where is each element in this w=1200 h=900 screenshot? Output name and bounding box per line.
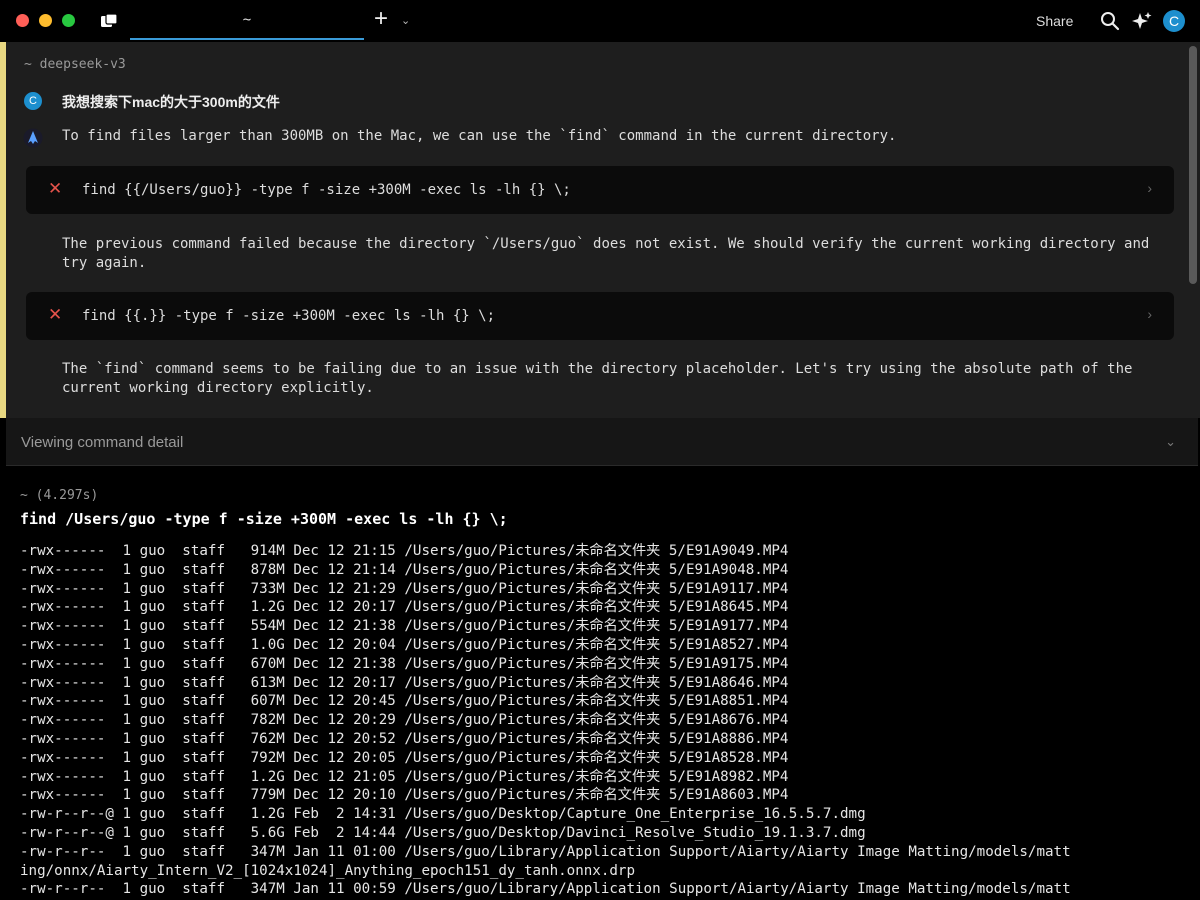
- output-line: -rwx------ 1 guo staff 878M Dec 12 21:14…: [20, 561, 789, 578]
- user-avatar[interactable]: C: [1163, 10, 1185, 32]
- new-tab-chevron-icon[interactable]: ⌄: [401, 14, 410, 27]
- share-button[interactable]: Share: [1036, 13, 1073, 29]
- output-line: -rw-r--r--@ 1 guo staff 5.6G Feb 2 14:44…: [20, 824, 866, 841]
- search-icon[interactable]: [1100, 11, 1120, 31]
- output-line: -rw-r--r--@ 1 guo staff 1.2G Feb 2 14:31…: [20, 806, 866, 823]
- user-message-avatar: C: [24, 92, 42, 110]
- ai-agent-icon: [23, 128, 43, 148]
- chevron-down-icon[interactable]: ⌄: [1165, 434, 1176, 450]
- close-window-button[interactable]: [16, 14, 29, 27]
- command-text: find {{/Users/guo}} -type f -size +300M …: [82, 182, 571, 198]
- ai-message: To find files larger than 300MB on the M…: [62, 128, 897, 144]
- output-line: -rwx------ 1 guo staff 1.2G Dec 12 21:05…: [20, 768, 789, 785]
- output-line: -rwx------ 1 guo staff 792M Dec 12 20:05…: [20, 749, 789, 766]
- output-line: ing/onnx/Aiarty_Intern_V2_[1024x1024]_An…: [20, 862, 635, 879]
- tab-overview-icon[interactable]: [100, 13, 118, 29]
- ai-note: The previous command failed because the …: [62, 236, 1150, 271]
- chevron-right-icon[interactable]: ›: [1147, 306, 1152, 322]
- panel-scrollbar[interactable]: [1189, 46, 1197, 284]
- command-output: -rwx------ 1 guo staff 914M Dec 12 21:15…: [20, 542, 1190, 899]
- user-message: 我想搜索下mac的大于300m的文件: [62, 94, 280, 110]
- conversation-context: ~ deepseek-v3: [24, 57, 126, 72]
- output-line: -rwx------ 1 guo staff 1.2G Dec 12 20:17…: [20, 599, 789, 616]
- command-timing: ~ (4.297s): [20, 488, 99, 503]
- terminal-output: ~ (4.297s) find /Users/guo -type f -size…: [20, 488, 1190, 899]
- output-line: -rwx------ 1 guo staff 733M Dec 12 21:29…: [20, 580, 789, 597]
- tab-label: ~: [242, 12, 252, 28]
- output-line: -rwx------ 1 guo staff 779M Dec 12 20:10…: [20, 787, 789, 804]
- tab-home[interactable]: ~: [130, 0, 364, 40]
- ai-sparkle-icon[interactable]: [1132, 11, 1152, 31]
- output-line: -rw-r--r-- 1 guo staff 347M Jan 11 00:59…: [20, 881, 1071, 898]
- output-line: -rwx------ 1 guo staff 914M Dec 12 21:15…: [20, 543, 789, 559]
- ai-note: The `find` command seems to be failing d…: [62, 361, 1133, 396]
- executed-command: find /Users/guo -type f -size +300M -exe…: [20, 510, 508, 528]
- minimize-window-button[interactable]: [39, 14, 52, 27]
- output-line: -rwx------ 1 guo staff 613M Dec 12 20:17…: [20, 674, 789, 691]
- command-detail-bar[interactable]: Viewing command detail ⌄: [6, 418, 1198, 466]
- chevron-right-icon[interactable]: ›: [1147, 180, 1152, 196]
- command-detail-label: Viewing command detail: [21, 434, 184, 451]
- error-x-icon: ✕: [48, 179, 63, 198]
- output-line: -rwx------ 1 guo staff 1.0G Dec 12 20:04…: [20, 636, 789, 653]
- title-bar: ~ + ⌄ Share C: [0, 0, 1200, 43]
- error-x-icon: ✕: [48, 305, 63, 324]
- agent-conversation-panel: ~ deepseek-v3 C 我想搜索下mac的大于300m的文件 To fi…: [0, 42, 1200, 418]
- output-line: -rwx------ 1 guo staff 607M Dec 12 20:45…: [20, 693, 789, 710]
- output-line: -rwx------ 1 guo staff 762M Dec 12 20:52…: [20, 730, 789, 747]
- zoom-window-button[interactable]: [62, 14, 75, 27]
- failed-command-card[interactable]: ✕ find {{.}} -type f -size +300M -exec l…: [26, 292, 1174, 340]
- failed-command-card[interactable]: ✕ find {{/Users/guo}} -type f -size +300…: [26, 166, 1174, 214]
- output-line: -rwx------ 1 guo staff 554M Dec 12 21:38…: [20, 618, 789, 635]
- output-line: -rw-r--r-- 1 guo staff 347M Jan 11 01:00…: [20, 843, 1071, 860]
- output-line: -rwx------ 1 guo staff 782M Dec 12 20:29…: [20, 712, 789, 729]
- new-tab-icon[interactable]: +: [374, 7, 388, 31]
- command-text: find {{.}} -type f -size +300M -exec ls …: [82, 308, 496, 324]
- output-line: -rwx------ 1 guo staff 670M Dec 12 21:38…: [20, 655, 789, 672]
